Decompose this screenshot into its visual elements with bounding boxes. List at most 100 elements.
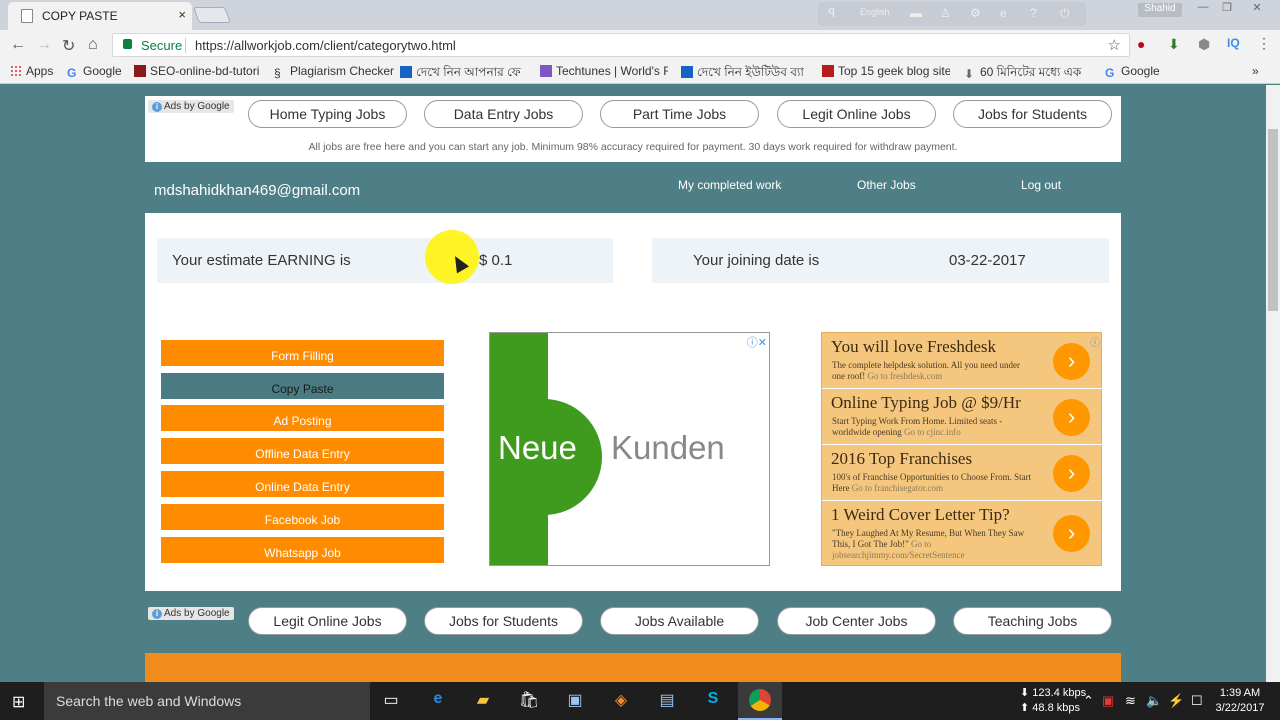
nav-my-completed-work[interactable]: My completed work <box>678 178 781 192</box>
text-ad-freshdesk[interactable]: You will love Freshdesk The complete hel… <box>822 333 1103 389</box>
edge-icon[interactable]: e <box>425 690 451 712</box>
power-icon[interactable]: ⏻ <box>1060 6 1070 21</box>
forward-icon[interactable]: → <box>36 36 52 54</box>
menu-copy-paste[interactable]: Copy Paste <box>161 373 444 399</box>
home-icon[interactable]: ⌂ <box>88 36 98 54</box>
ie-icon[interactable]: e <box>1000 6 1007 20</box>
reload-icon[interactable]: ↻ <box>62 36 75 56</box>
pinterest-icon[interactable]: ● <box>1137 36 1145 52</box>
menu-ad-posting[interactable]: Ad Posting <box>161 405 444 431</box>
restore-icon[interactable]: ❐ <box>1216 1 1238 15</box>
chevron-right-icon[interactable]: › <box>1053 343 1090 380</box>
page-scrollbar[interactable] <box>1266 85 1280 682</box>
profile-button[interactable]: Shahid <box>1138 3 1182 17</box>
bookmark-star-icon[interactable]: ☆ <box>1108 36 1121 54</box>
chrome-taskbar-button[interactable] <box>738 682 782 720</box>
omnibox[interactable]: Secure https://allworkjob.com/client/cat… <box>112 33 1130 57</box>
bookmark-bangla-1[interactable]: দেখে নিন আপনার ফে <box>400 64 528 84</box>
app-window-icon[interactable]: ▣ <box>562 690 588 712</box>
bookmarks-bar: Apps G Google SEO-online-bd-tutori § Plagi… <box>0 60 1280 84</box>
task-view-icon[interactable]: ▭ <box>378 690 404 712</box>
joining-value: 03-22-2017 <box>949 252 1026 269</box>
menu-whatsapp-job[interactable]: Whatsapp Job <box>161 537 444 563</box>
bookmark-techtunes[interactable]: Techtunes | World's F <box>540 64 668 78</box>
bookmark-bangla-2[interactable]: দেখে নিন ইউটিউব ব্যা <box>681 64 809 84</box>
ad-link-legit-online[interactable]: Legit Online Jobs <box>248 607 407 635</box>
volume-icon[interactable]: 🔈 <box>1146 693 1162 709</box>
browser-tab[interactable]: COPY PASTE × <box>8 2 192 30</box>
chevron-right-icon[interactable]: › <box>1053 455 1090 492</box>
bookmark-bangla-3[interactable]: ⬇ 60 মিনিটের মধ্যে এক <box>964 64 1092 84</box>
bookmark-seo[interactable]: SEO-online-bd-tutori <box>134 64 259 78</box>
bookmark-google[interactable]: G Google <box>67 64 122 80</box>
text-ad-cover-letter[interactable]: 1 Weird Cover Letter Tip? "They Laughed … <box>822 501 1103 567</box>
power-icon[interactable]: ⚡ <box>1168 693 1184 709</box>
skype-icon[interactable]: S <box>700 690 726 712</box>
help-icon[interactable]: ? <box>1030 6 1037 20</box>
scrollbar-thumb[interactable] <box>1268 129 1278 311</box>
nav-log-out[interactable]: Log out <box>1021 178 1061 192</box>
ad-close-icon[interactable]: ⓘ✕ <box>747 334 767 350</box>
extension-icon[interactable]: ⬢ <box>1198 36 1210 53</box>
text-ads-panel: ⓘ You will love Freshdesk The complete h… <box>821 332 1103 567</box>
menu-online-data-entry[interactable]: Online Data Entry <box>161 471 444 497</box>
more-bookmarks-icon[interactable]: » <box>1252 64 1259 78</box>
taskbar-search[interactable]: Search the web and Windows <box>44 682 370 720</box>
tool-icon[interactable]: ꟼ <box>828 6 835 20</box>
menu-offline-data-entry[interactable]: Offline Data Entry <box>161 438 444 464</box>
download-icon[interactable]: ⬇ <box>1168 36 1180 53</box>
ads-by-google-label[interactable]: i Ads by Google <box>148 607 234 620</box>
nav-other-jobs[interactable]: Other Jobs <box>857 178 916 192</box>
ad-link-home-typing[interactable]: Home Typing Jobs <box>248 100 407 128</box>
gear-icon[interactable]: ⚙ <box>970 6 981 20</box>
bookmark-google-2[interactable]: G Google <box>1105 64 1160 80</box>
ad-link-students[interactable]: Jobs for Students <box>953 100 1112 128</box>
figure-icon[interactable]: ♙ <box>940 6 951 20</box>
antivirus-icon[interactable]: ▣ <box>1102 693 1114 709</box>
ad-link-job-center[interactable]: Job Center Jobs <box>777 607 936 635</box>
app-icon[interactable]: ▤ <box>654 690 680 712</box>
net-down: ⬇ 123.4 kbps <box>1020 687 1087 699</box>
ad-link-teaching[interactable]: Teaching Jobs <box>953 607 1112 635</box>
keyboard-icon[interactable]: ▬ <box>910 6 922 20</box>
menu-facebook-job[interactable]: Facebook Job <box>161 504 444 530</box>
chevron-right-icon[interactable]: › <box>1053 399 1090 436</box>
ads-by-text: Ads by Google <box>164 608 230 619</box>
banner-word-neue: Neue <box>498 429 577 466</box>
text-ad-typing-job[interactable]: Online Typing Job @ $9/Hr Start Typing W… <box>822 389 1103 445</box>
ad-link-data-entry[interactable]: Data Entry Jobs <box>424 100 583 128</box>
language-selector[interactable]: English <box>860 7 890 17</box>
wifi-icon[interactable]: ≋ <box>1125 693 1136 709</box>
iq-icon[interactable]: IQ <box>1227 36 1240 50</box>
new-tab-button[interactable] <box>193 7 231 23</box>
chevron-up-icon[interactable]: ⌃ <box>1083 693 1094 709</box>
chevron-right-icon[interactable]: › <box>1053 515 1090 552</box>
file-explorer-icon[interactable]: ▰ <box>470 690 496 712</box>
joining-box: Your joining date is 03-22-2017 <box>652 238 1109 283</box>
menu-icon[interactable]: ⋮ <box>1257 35 1271 52</box>
ad-link-jobs-available[interactable]: Jobs Available <box>600 607 759 635</box>
ads-by-google-label[interactable]: i Ads by Google <box>148 100 234 113</box>
notification-icon[interactable]: ☐ <box>1191 693 1203 709</box>
bookmark-apps[interactable]: Apps <box>10 64 53 78</box>
text-ad-franchises[interactable]: 2016 Top Franchises 100's of Franchise O… <box>822 445 1103 501</box>
ad-link-part-time[interactable]: Part Time Jobs <box>600 100 759 128</box>
ad-link-students[interactable]: Jobs for Students <box>424 607 583 635</box>
close-tab-icon[interactable]: × <box>178 7 186 22</box>
minimize-icon[interactable]: — <box>1192 1 1214 15</box>
ad-link-legit-online[interactable]: Legit Online Jobs <box>777 100 936 128</box>
back-icon[interactable]: ← <box>10 36 26 54</box>
system-clock[interactable]: 1:39 AM 3/22/2017 <box>1212 686 1268 716</box>
paint-icon[interactable]: ◈ <box>608 690 634 712</box>
bookmark-label: SEO-online-bd-tutori <box>150 64 260 78</box>
windows-start-icon[interactable]: ⊞ <box>12 692 30 711</box>
bookmark-plagiarism[interactable]: § Plagiarism Checker <box>274 64 394 80</box>
network-speed: ⬇ 123.4 kbps ⬆ 48.8 kbps <box>1020 686 1086 716</box>
url-text[interactable]: https://allworkjob.com/client/categorytw… <box>195 38 456 53</box>
bookmark-geek-blog[interactable]: Top 15 geek blog site <box>822 64 950 78</box>
menu-form-filling[interactable]: Form Filling <box>161 340 444 366</box>
store-icon[interactable]: 🛍 <box>516 690 542 712</box>
banner-ad[interactable]: Neue Kunden ⓘ✕ <box>489 332 770 566</box>
close-window-icon[interactable]: ✕ <box>1246 1 1268 15</box>
extension-toolbar: ꟼ English ▬ ♙ ⚙ e ? ⏻ <box>818 2 1086 26</box>
